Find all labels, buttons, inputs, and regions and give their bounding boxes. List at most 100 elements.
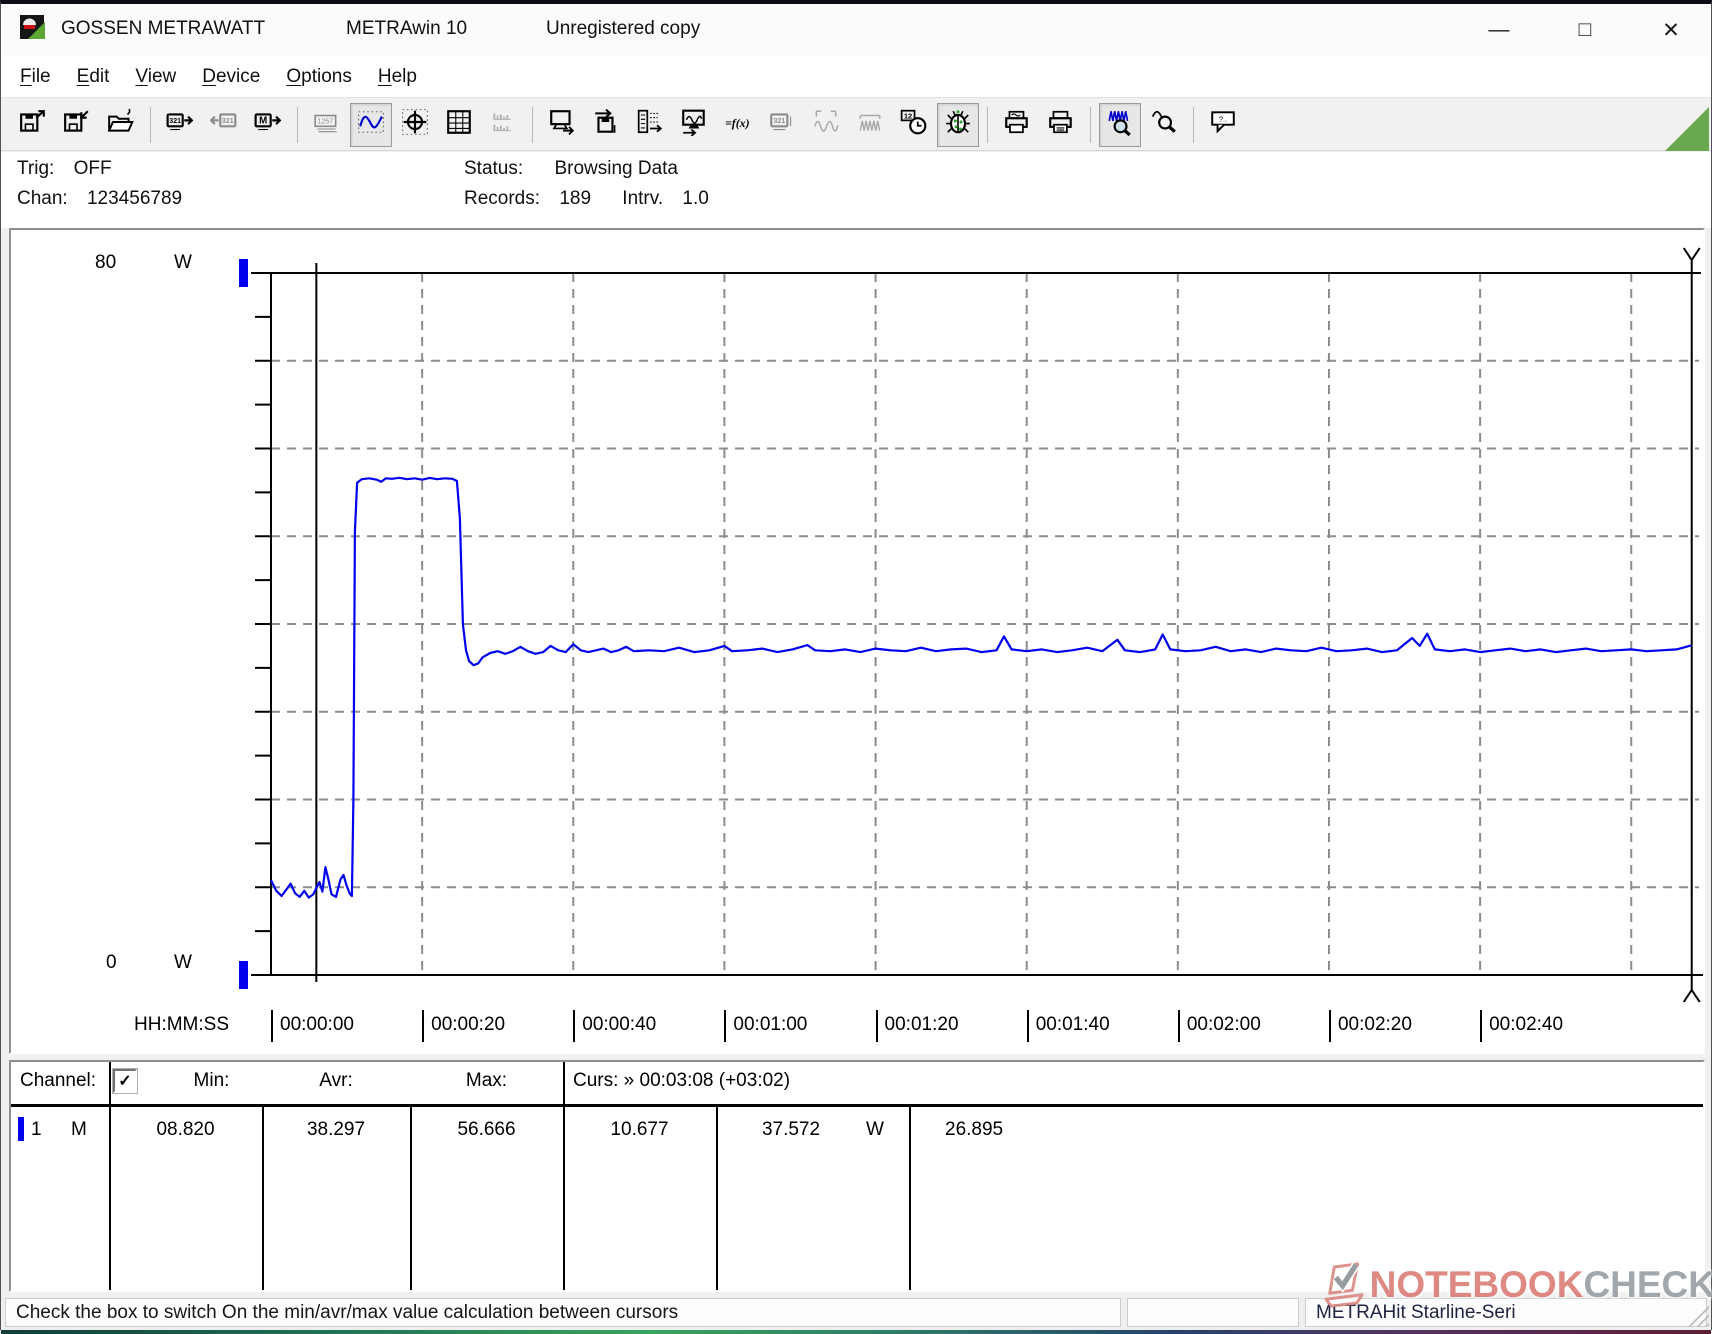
toolbar: 321 321 M 1257 =f(x) 321 12?.. [1, 99, 1711, 151]
device-read-icon: 321 [166, 108, 194, 141]
y-axis-max-label: 80 [95, 252, 117, 273]
interval-label: Intrv. [622, 188, 664, 209]
status-bar: Check the box to switch On the min/avr/m… [1, 1296, 1711, 1330]
zoom-curve-icon [1150, 108, 1178, 141]
menu-item-file[interactable]: File [7, 60, 64, 94]
statistics-view-button [482, 103, 524, 147]
x-axis-labels: HH:MM:SS 00:00:00 00:00:20 00:00:40 00:01:0… [11, 1010, 1703, 1046]
svg-text:=f(x): =f(x) [725, 116, 750, 130]
device-monitor-button[interactable] [673, 103, 715, 147]
read-memory-button[interactable]: M [247, 103, 289, 147]
device-settings-button: 321 [761, 103, 803, 147]
app-window: GOSSEN METRAWATT METRAwin 10 Unregistere… [0, 0, 1712, 1334]
title-brand: GOSSEN METRAWATT [61, 18, 266, 39]
trigger-value: OFF [73, 158, 112, 179]
toolbar-corner-triangle [1665, 107, 1709, 151]
status-message: Check the box to switch On the min/avr/m… [5, 1298, 1121, 1327]
acquisition-info-bar: Trig: OFF Chan: 123456789 Status: Browsi… [1, 152, 1711, 228]
zoom-in-time-button[interactable] [1099, 102, 1141, 147]
toolbar-separator [532, 106, 533, 143]
x-tick-label: 00:02:00 [1177, 1010, 1261, 1042]
delta-value: 26.895 [945, 1119, 1004, 1140]
col-min-header: Min: [193, 1070, 230, 1091]
channel-label: Chan: [17, 188, 68, 209]
folder-open-icon [107, 108, 135, 141]
open-file-button[interactable] [100, 103, 142, 147]
numeric-display-icon: 1257 [313, 108, 341, 141]
app-logo-icon [19, 14, 51, 49]
read-from-device-button[interactable]: 321 [159, 103, 201, 147]
print-button[interactable] [1040, 103, 1082, 147]
formula-editor-button[interactable]: =f(x) [717, 103, 759, 147]
xy-view-button[interactable] [394, 103, 436, 147]
printer-page-icon [1003, 108, 1031, 141]
cursor1-value: 10.677 [610, 1119, 669, 1140]
y-axis-min-label: 0 [106, 952, 117, 973]
save-import-button[interactable] [56, 103, 98, 147]
maximize-button[interactable]: □ [1559, 10, 1611, 50]
channel-setup-button[interactable] [629, 103, 671, 147]
x-axis-name: HH:MM:SS [134, 1014, 229, 1035]
floppy-out-icon [19, 108, 47, 141]
device-write-icon: 321 [209, 108, 238, 141]
toolbar-separator [1090, 106, 1091, 143]
envelope-mode-button [849, 103, 891, 147]
svg-text:M: M [259, 116, 267, 127]
zoom-out-time-button[interactable] [1143, 103, 1185, 147]
channel-value: 123456789 [86, 188, 183, 209]
printer-icon [1047, 108, 1075, 141]
formula-fx-icon: =f(x) [724, 108, 752, 141]
checkbox-check-icon: ✓ [118, 1073, 132, 1090]
interval-value: 1.0 [682, 188, 709, 209]
menu-item-device[interactable]: Device [189, 60, 273, 94]
minimize-button[interactable]: — [1473, 10, 1525, 50]
clock-12-icon: 12 [900, 108, 928, 141]
table-view-button[interactable] [438, 103, 480, 147]
hint-notes-button[interactable]: ?.. [1202, 103, 1244, 147]
y-axis-unit-top: W [174, 252, 192, 273]
x-tick-label: 00:01:40 [1026, 1010, 1110, 1042]
svg-text:321: 321 [169, 118, 181, 125]
save-export-button[interactable] [12, 103, 54, 147]
value-unit: W [866, 1119, 884, 1140]
svg-text:12: 12 [904, 112, 912, 121]
close-button[interactable]: ✕ [1645, 10, 1697, 50]
title-app-name: METRAwin 10 [346, 18, 468, 39]
menu-bar: File Edit View Device Options Help [1, 56, 1711, 98]
debug-record-button[interactable] [937, 102, 979, 147]
channel-mode: M [71, 1119, 87, 1140]
x-tick-label: 00:02:40 [1480, 1010, 1563, 1042]
print-preview-button[interactable] [996, 103, 1038, 147]
svg-text:321: 321 [773, 118, 785, 125]
export-data-button[interactable] [541, 103, 583, 147]
menu-item-options[interactable]: Options [273, 60, 364, 94]
trigger-window-button [805, 103, 847, 147]
cursor2-value: 37.572 [761, 1119, 821, 1140]
col-channel-header: Channel: [20, 1070, 97, 1091]
xy-crosshair-icon [401, 108, 429, 141]
title-bar: GOSSEN METRAWATT METRAwin 10 Unregistere… [1, 4, 1711, 56]
x-tick-label: 00:02:20 [1328, 1010, 1412, 1042]
table-grid-icon [445, 108, 473, 141]
trend-chart-view-button[interactable] [350, 102, 392, 147]
x-tick-label: 00:00:00 [271, 1010, 354, 1042]
minmax-toggle-checkbox[interactable]: ✓ [113, 1069, 137, 1093]
status-value: Browsing Data [554, 158, 678, 179]
toolbar-separator [1193, 106, 1194, 143]
menu-item-edit[interactable]: Edit [64, 60, 123, 94]
svg-text:1257: 1257 [318, 119, 334, 126]
x-tick-label: 00:00:20 [422, 1010, 505, 1042]
table-header: Channel: ✓ Min: Avr: Max: Curs: » 00:03:… [11, 1062, 1703, 1107]
trend-wave-icon [357, 108, 385, 141]
channel-list-icon [636, 108, 664, 141]
col-max-header: Max: [465, 1070, 508, 1091]
save-selection-button[interactable] [585, 103, 627, 147]
status-spacer-panel [1127, 1298, 1299, 1327]
trend-chart[interactable] [11, 230, 1703, 1052]
menu-item-view[interactable]: View [122, 60, 189, 94]
toolbar-separator [150, 106, 151, 143]
menu-item-help[interactable]: Help [365, 60, 430, 94]
time-settings-button[interactable]: 12 [893, 103, 935, 147]
desktop-edge-strip [1, 1330, 1711, 1334]
x-tick-label: 00:00:40 [573, 1010, 656, 1042]
